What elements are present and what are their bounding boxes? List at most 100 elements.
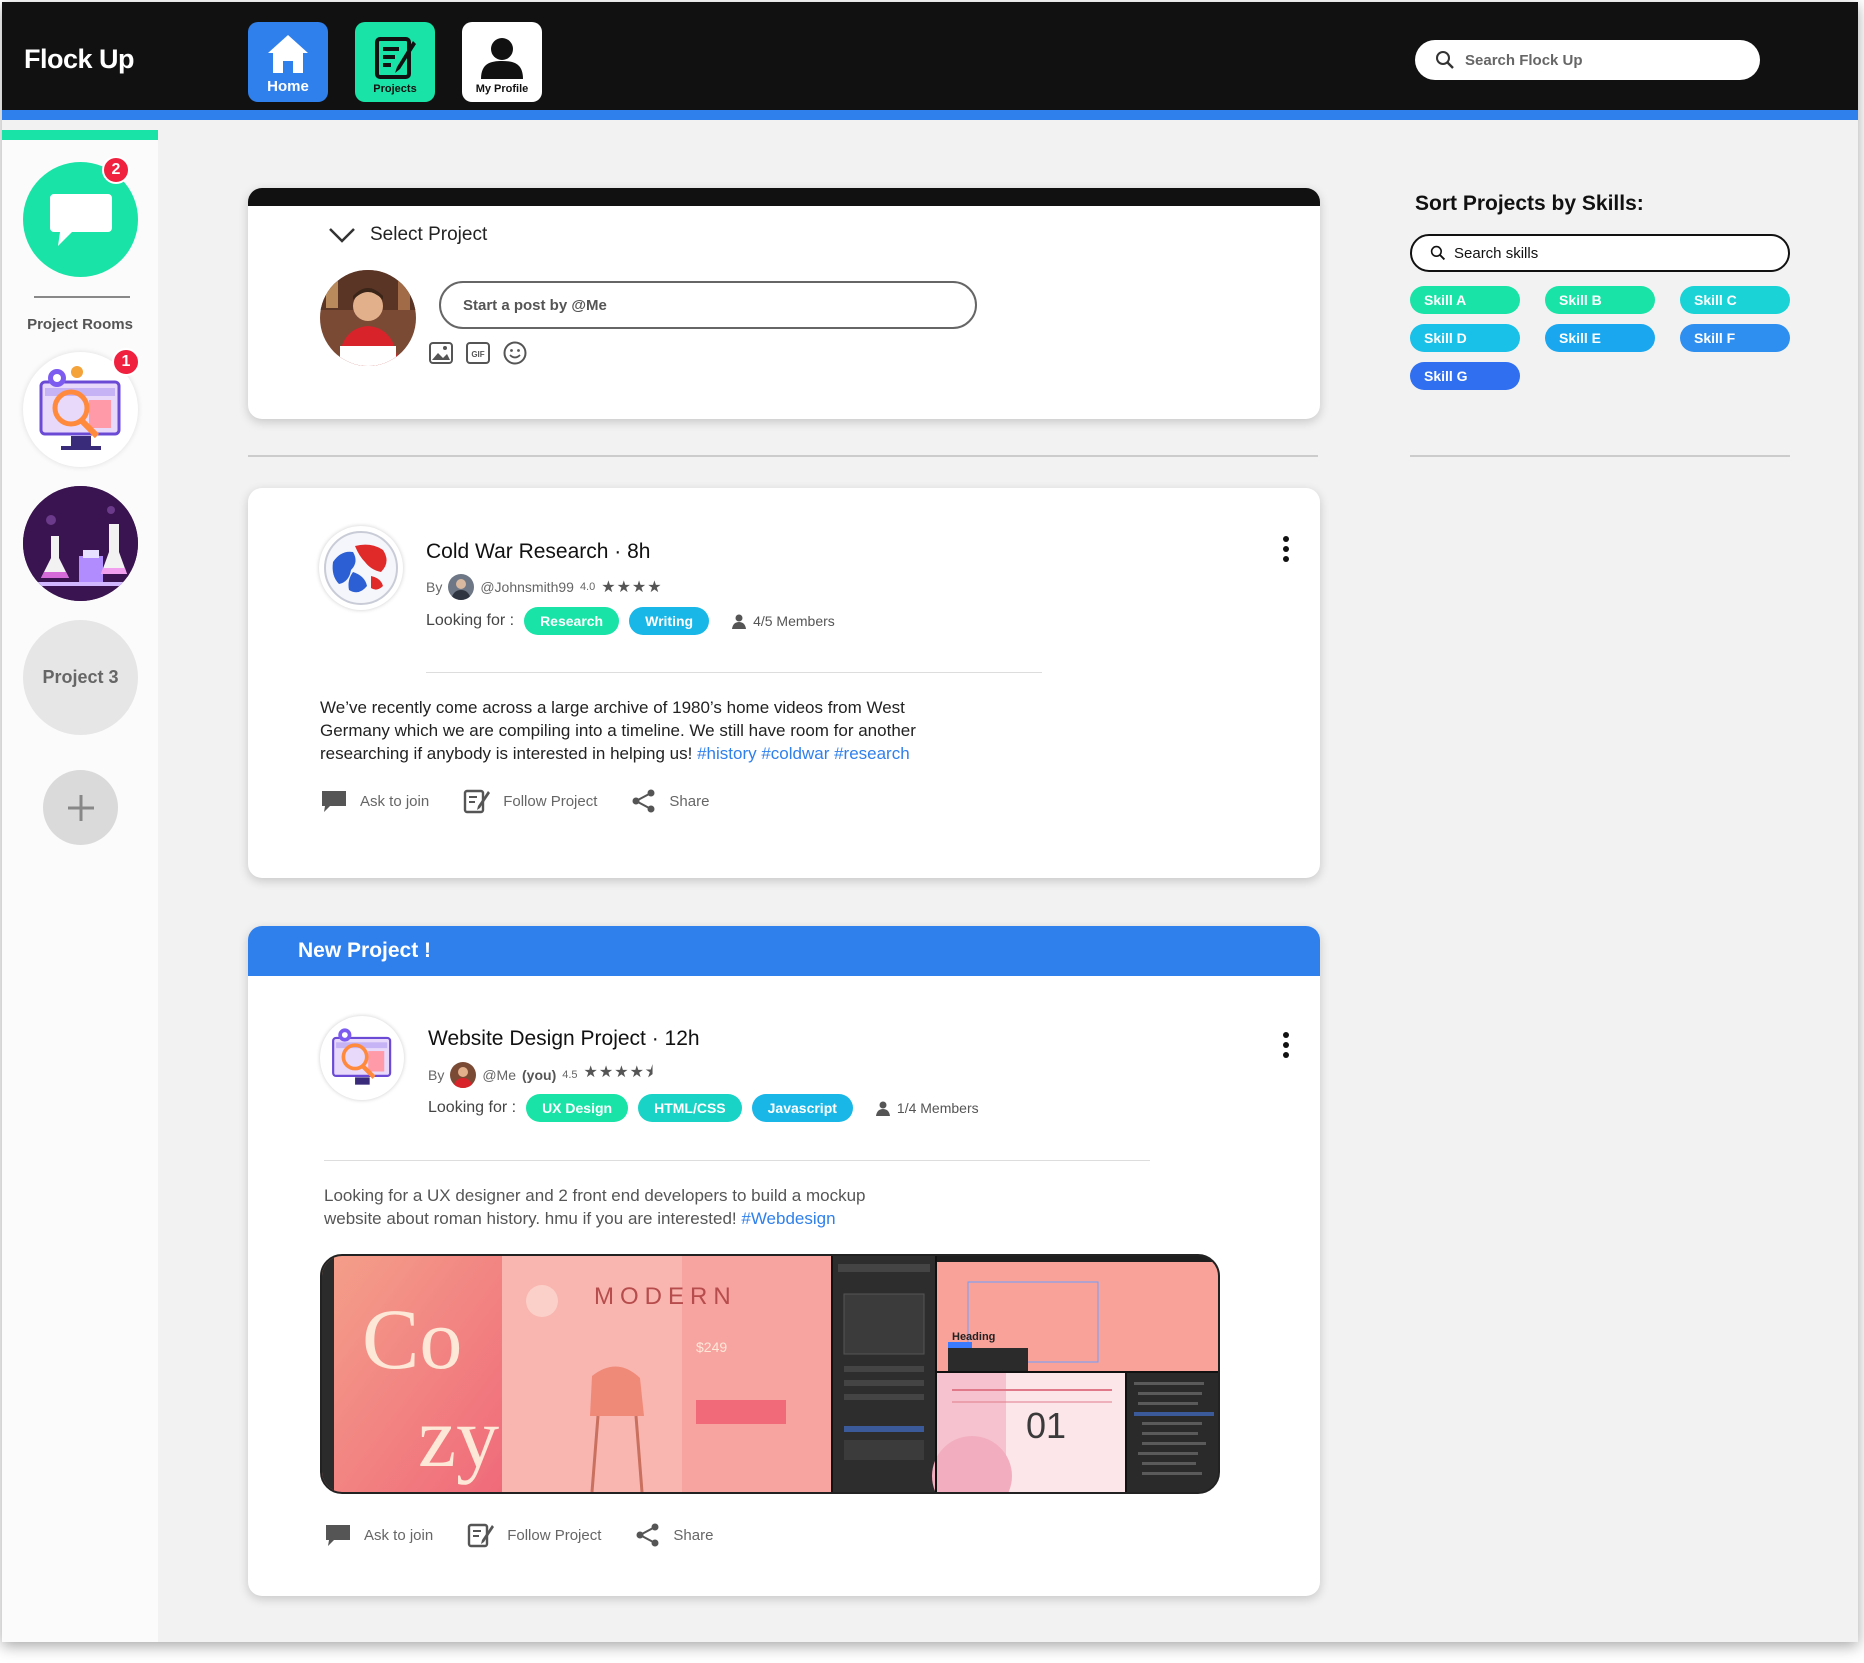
gif-icon[interactable]: GIF xyxy=(465,340,491,366)
home-icon xyxy=(268,35,308,73)
kebab-dot xyxy=(1283,546,1289,552)
emoji-icon[interactable] xyxy=(502,340,528,366)
members-count: 1/4 Members xyxy=(875,1100,979,1116)
post-input[interactable] xyxy=(439,281,977,329)
composer-top-bar xyxy=(248,188,1320,206)
add-project-room-button[interactable] xyxy=(43,770,118,845)
post-title[interactable]: Website Design Project · 12h xyxy=(428,1027,700,1051)
skill-chip[interactable]: Skill G xyxy=(1410,362,1520,390)
search-icon xyxy=(1430,245,1446,261)
role-tag[interactable]: Research xyxy=(524,607,620,635)
post-body: We’ve recently come across a large archi… xyxy=(320,696,960,765)
author-avatar[interactable] xyxy=(450,1061,477,1088)
skill-chip[interactable]: Skill A xyxy=(1410,286,1520,314)
ask-to-join-label: Ask to join xyxy=(360,792,430,810)
mockup-text-price: $249 xyxy=(696,1339,727,1355)
post-options-menu[interactable] xyxy=(1279,1028,1293,1062)
skill-chip[interactable]: Skill D xyxy=(1410,324,1520,352)
nav-projects-label: Projects xyxy=(373,83,417,95)
chevron-down-icon xyxy=(329,228,355,243)
project-room-science[interactable] xyxy=(23,486,138,601)
member-icon xyxy=(875,1101,890,1116)
sort-skills-title: Sort Projects by Skills: xyxy=(1415,192,1644,215)
svg-text:GIF: GIF xyxy=(471,350,484,359)
nav-home-button[interactable]: Home xyxy=(248,22,328,102)
post-title[interactable]: Cold War Research · 8h xyxy=(426,540,650,564)
nav-profile-button[interactable]: My Profile xyxy=(462,22,542,102)
post-composer: Select Project GIF xyxy=(248,188,1320,419)
project-post: Cold War Research · 8h By @Johnsmith99 4… xyxy=(248,488,1320,878)
role-tag[interactable]: Writing xyxy=(629,607,710,635)
role-tag[interactable]: HTML/CSS xyxy=(638,1094,742,1122)
author-you-suffix: (you) xyxy=(522,1066,557,1083)
role-tag[interactable]: Javascript xyxy=(751,1094,853,1122)
post-image-mockup[interactable]: Co zy MODERN $249 Heading 01 xyxy=(320,1254,1220,1494)
ask-to-join-label: Ask to join xyxy=(364,1526,434,1544)
project-avatar[interactable] xyxy=(320,1016,404,1100)
global-search-input[interactable]: Search Flock Up xyxy=(1415,40,1760,80)
project-room-3[interactable]: Project 3 xyxy=(23,620,138,735)
edit-document-icon xyxy=(468,1523,495,1548)
mockup-text-modern: MODERN xyxy=(594,1283,737,1310)
author-handle[interactable]: @Me xyxy=(482,1067,516,1083)
messages-badge: 2 xyxy=(102,156,130,184)
kebab-dot xyxy=(1283,556,1289,562)
byline-prefix: By xyxy=(428,1066,445,1083)
share-button[interactable]: Share xyxy=(631,789,709,813)
project-rooms-sidebar: 2 Project Rooms 1 Project 3 xyxy=(2,130,158,1642)
share-button[interactable]: Share xyxy=(635,1523,713,1547)
post-hashtags[interactable]: #Webdesign xyxy=(741,1209,835,1228)
image-icon[interactable] xyxy=(428,340,454,366)
post-options-menu[interactable] xyxy=(1279,532,1293,566)
project-post-new: New Project ! Website Design Project · 1… xyxy=(248,926,1320,1596)
skill-chip[interactable]: Skill E xyxy=(1545,324,1655,352)
skill-chip[interactable]: Skill C xyxy=(1680,286,1790,314)
author-rating: 4.5 xyxy=(562,1068,578,1081)
science-lab-illustration-icon xyxy=(23,486,138,601)
global-search-placeholder: Search Flock Up xyxy=(1465,51,1583,69)
role-tag[interactable]: UX Design xyxy=(526,1094,629,1122)
post-body: Looking for a UX designer and 2 front en… xyxy=(324,1184,904,1230)
user-photo-icon xyxy=(320,270,416,366)
ask-to-join-button[interactable]: Ask to join xyxy=(324,1523,433,1547)
skill-chip[interactable]: Skill B xyxy=(1545,286,1655,314)
top-navigation-bar: Flock Up Home Projects My Profile Search… xyxy=(2,2,1858,120)
author-avatar[interactable] xyxy=(448,574,475,600)
share-label: Share xyxy=(673,1526,714,1544)
select-project-dropdown[interactable]: Select Project xyxy=(328,224,487,246)
post-actions: Ask to join Follow Project Share xyxy=(320,788,743,814)
author-stars: ★★★★⯨ xyxy=(583,1064,655,1081)
post-hashtags[interactable]: #history #coldwar #research xyxy=(697,744,910,763)
post-actions: Ask to join Follow Project Share xyxy=(324,1522,747,1548)
project-room-3-label: Project 3 xyxy=(42,667,119,687)
comment-icon xyxy=(322,791,346,812)
project-room-badge: 1 xyxy=(112,348,140,376)
ask-to-join-button[interactable]: Ask to join xyxy=(320,789,429,813)
edit-document-icon xyxy=(464,789,491,814)
byline-prefix: By xyxy=(426,579,443,595)
post-separator xyxy=(426,672,1042,673)
chat-icon xyxy=(49,193,112,246)
app-logo[interactable]: Flock Up xyxy=(24,44,135,75)
skill-chip[interactable]: Skill F xyxy=(1680,324,1790,352)
looking-for-row: Looking for : UX Design HTML/CSS Javascr… xyxy=(428,1094,979,1122)
follow-project-label: Follow Project xyxy=(503,792,598,810)
author-photo-icon xyxy=(450,1061,477,1088)
project-avatar[interactable] xyxy=(319,526,403,610)
plus-icon xyxy=(67,794,94,821)
follow-project-button[interactable]: Follow Project xyxy=(467,1522,601,1548)
new-project-banner: New Project ! xyxy=(248,926,1320,976)
my-avatar[interactable] xyxy=(320,270,416,366)
share-icon xyxy=(632,789,655,813)
author-stars: ★★★★ xyxy=(601,579,663,596)
follow-project-button[interactable]: Follow Project xyxy=(463,788,597,814)
author-handle[interactable]: @Johnsmith99 xyxy=(480,579,574,595)
nav-projects-button[interactable]: Projects xyxy=(355,22,435,102)
nav-profile-label: My Profile xyxy=(475,83,529,95)
mockup-text-number: 01 xyxy=(1026,1405,1066,1446)
mockup-text-heading: Heading xyxy=(952,1331,995,1343)
follow-project-label: Follow Project xyxy=(507,1526,602,1544)
app-window: Flock Up Home Projects My Profile Search… xyxy=(2,2,1858,1642)
sidebar-title: Project Rooms xyxy=(27,316,133,333)
skills-search-input[interactable]: Search skills xyxy=(1410,234,1790,272)
